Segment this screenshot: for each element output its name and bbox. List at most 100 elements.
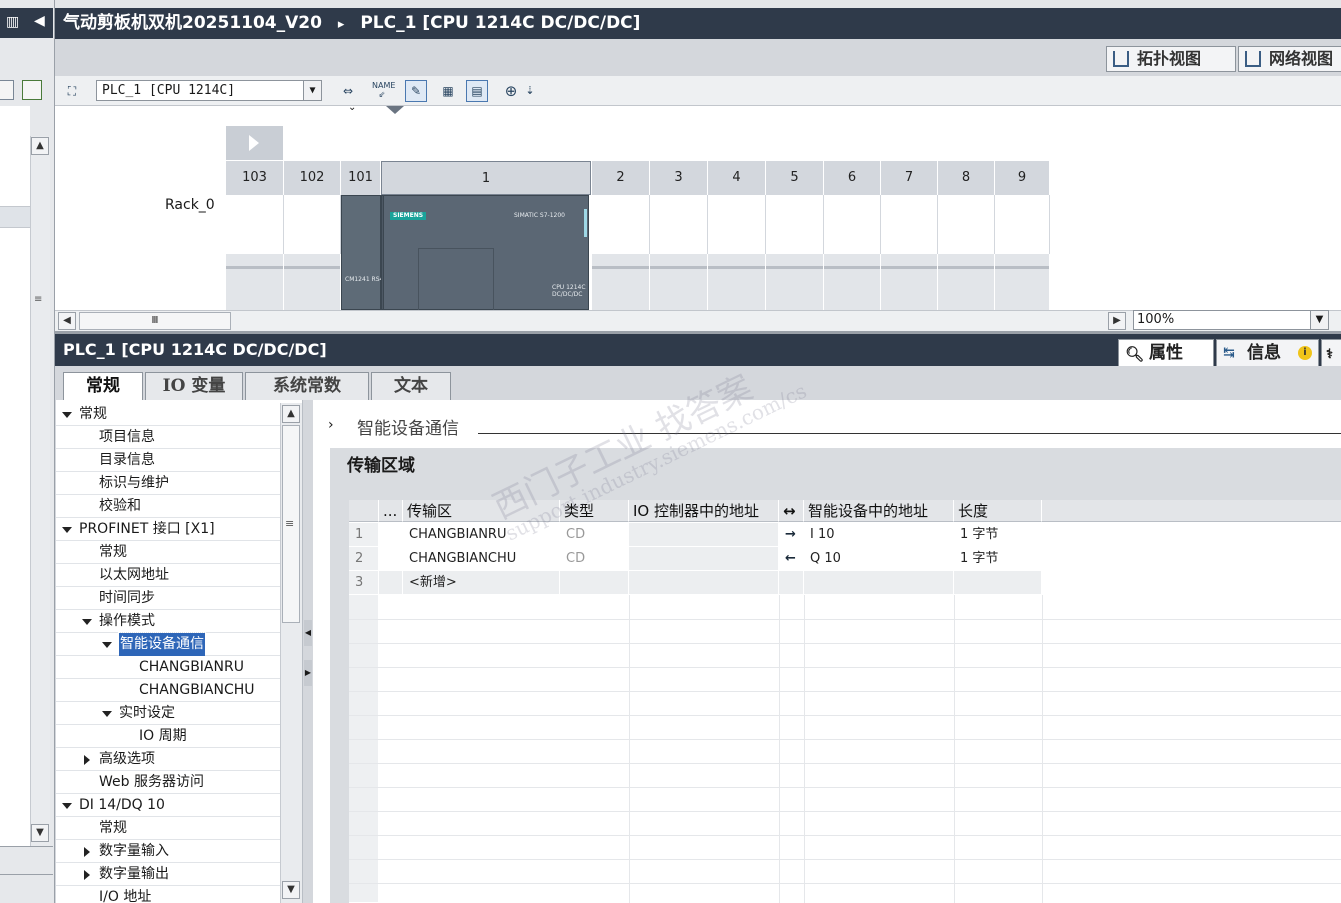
nav-tree-item[interactable]: 智能设备通信 [56, 632, 280, 657]
zoom-select[interactable]: 100% ▼ [1133, 310, 1329, 330]
show-module-labels-icon[interactable]: ⇔ [337, 80, 359, 102]
device-address-cell[interactable]: Q 10 [804, 547, 954, 571]
nav-tree-item[interactable]: 校验和 [56, 495, 280, 518]
tab-info[interactable]: ↹ 信息 i [1216, 339, 1319, 367]
column-header-direction[interactable]: ↔ [779, 500, 804, 522]
type-cell[interactable]: CD [560, 523, 629, 547]
nav-tree-item[interactable]: I/O 地址 [56, 886, 280, 903]
expanded-triangle-icon[interactable] [62, 801, 72, 811]
pencil-edit-icon[interactable]: ✎ [405, 80, 427, 102]
nav-tree-item[interactable]: IO 周期 [56, 725, 280, 748]
row-more-cell[interactable] [379, 571, 403, 595]
nav-tree-item[interactable]: 项目信息 [56, 426, 280, 449]
scroll-up-icon[interactable]: ▲ [282, 405, 300, 423]
nav-tree-item[interactable]: 常规 [56, 541, 280, 564]
chevron-down-icon[interactable]: ⌄ [348, 106, 356, 113]
hscroll-thumb[interactable]: Ⅲ [79, 312, 231, 330]
scroll-down-icon[interactable]: ▼ [31, 824, 49, 842]
tab-properties[interactable]: 🔍︎ 属性 [1118, 339, 1214, 367]
expanded-triangle-icon[interactable] [62, 410, 72, 420]
cm1241-module[interactable]: CM1241 RS422/485 [341, 195, 404, 310]
controller-address-cell[interactable] [629, 547, 779, 571]
nav-tree-item[interactable]: 时间同步 [56, 587, 280, 610]
device-select-value: PLC_1 [CPU 1214C] [102, 83, 236, 98]
chevron-down-icon[interactable]: ▼ [303, 81, 321, 100]
nav-tree-item[interactable]: PROFINET 接口 [X1] [56, 518, 280, 541]
info-badge-icon: i [1298, 346, 1312, 360]
nav-tree-item[interactable]: Web 服务器访问 [56, 771, 280, 794]
scroll-up-icon[interactable]: ▲ [31, 137, 49, 155]
add-new-row[interactable]: <新增> [403, 571, 560, 595]
nav-splitter[interactable]: ◀ ▶ [303, 400, 313, 903]
tab-diagnostics[interactable]: ⚕ [1321, 339, 1341, 367]
scroll-down-icon[interactable]: ▼ [282, 881, 300, 899]
collapsed-triangle-icon[interactable] [82, 847, 92, 857]
nav-tree-item[interactable]: 标识与维护 [56, 472, 280, 495]
transfer-area-cell[interactable]: CHANGBIANCHU [403, 547, 560, 571]
expand-rack-button[interactable] [226, 126, 283, 160]
cpu-1214c-module[interactable]: SIEMENS SIMATIC S7-1200 CPU 1214C DC/DC/… [383, 195, 589, 310]
device-select-dropdown[interactable]: PLC_1 [CPU 1214C] ▼ [96, 80, 322, 101]
length-cell[interactable]: 1 字节 [954, 547, 1042, 571]
column-header-length[interactable]: 长度 [954, 500, 1042, 522]
nav-tree-item[interactable]: 以太网地址 [56, 564, 280, 587]
project-tree-scrollbar[interactable] [30, 136, 50, 846]
export-icon[interactable] [22, 80, 42, 100]
tab-general[interactable]: 常规 [63, 372, 143, 401]
name-label-icon[interactable]: NAME ⇙ [371, 80, 395, 102]
nav-tree-item[interactable]: 常规 [56, 817, 280, 840]
tab-network-view[interactable]: 网络视图 [1238, 46, 1341, 72]
scroll-right-icon[interactable]: ▶ [1108, 312, 1126, 330]
scroll-left-icon[interactable]: ◀ [58, 312, 76, 330]
nav-tree-item[interactable]: 操作模式 [56, 610, 280, 633]
tab-texts[interactable]: 文本 [371, 372, 451, 400]
expanded-triangle-icon[interactable] [82, 617, 92, 627]
table-view-icon[interactable]: ▤ [466, 80, 488, 102]
breadcrumb-device[interactable]: PLC_1 [CPU 1214C DC/DC/DC] [360, 13, 640, 33]
scroll-grip-icon[interactable]: ≡ [34, 294, 42, 305]
project-tree-selected-row[interactable] [0, 206, 30, 228]
zoom-dropdown-icon[interactable]: ⇣ [519, 80, 541, 102]
expanded-triangle-icon[interactable] [102, 709, 112, 719]
column-header-device-address[interactable]: 智能设备中的地址 [804, 500, 954, 522]
nav-tree-item[interactable]: CHANGBIANCHU [56, 679, 280, 702]
nav-tree-item[interactable]: 高级选项 [56, 748, 280, 771]
controller-address-cell[interactable] [629, 523, 779, 547]
expanded-triangle-icon[interactable] [102, 640, 112, 650]
collapsed-triangle-icon[interactable] [82, 755, 92, 765]
slot-header: 9 [995, 161, 1050, 195]
collapse-marker-icon[interactable] [386, 106, 404, 114]
list-icon[interactable] [0, 80, 14, 100]
nav-tree-item[interactable]: 目录信息 [56, 449, 280, 472]
direction-arrow-icon[interactable]: ← [779, 547, 804, 571]
tab-topology-view[interactable]: 拓扑视图 [1106, 46, 1236, 72]
length-cell[interactable]: 1 字节 [954, 523, 1042, 547]
collapsed-triangle-icon[interactable] [82, 870, 92, 880]
column-header-controller-address[interactable]: IO 控制器中的地址 [629, 500, 779, 522]
type-cell[interactable]: CD [560, 547, 629, 571]
row-more-cell[interactable] [379, 523, 403, 547]
device-address-cell[interactable]: I 10 [804, 523, 954, 547]
section-expand-icon[interactable]: › [328, 417, 334, 433]
project-tree-header[interactable]: ▥ ◀ [0, 8, 53, 38]
panel-layout-icon[interactable]: ▥ [6, 14, 19, 30]
splitter-right-icon[interactable]: ▶ [304, 660, 312, 686]
grid-icon[interactable]: ▦ [437, 80, 459, 102]
nav-tree-item[interactable]: 常规 [56, 403, 280, 426]
scroll-grip-icon[interactable]: ≡ [285, 517, 294, 530]
nav-tree-item[interactable]: 数字量输入 [56, 840, 280, 863]
column-header-more[interactable]: ... [379, 500, 403, 522]
expanded-triangle-icon[interactable] [62, 525, 72, 535]
device-overview-icon[interactable]: ⛶ [61, 80, 83, 102]
nav-tree-item[interactable]: 实时设定 [56, 702, 280, 725]
direction-arrow-icon[interactable]: → [779, 523, 804, 547]
nav-tree-item[interactable]: 数字量输出 [56, 863, 280, 886]
collapse-left-icon[interactable]: ◀ [34, 13, 45, 29]
tab-system-constants[interactable]: 系统常数 [245, 372, 369, 400]
nav-tree-item[interactable]: CHANGBIANRU [56, 656, 280, 679]
chevron-down-icon[interactable]: ▼ [1310, 311, 1328, 329]
row-more-cell[interactable] [379, 547, 403, 571]
splitter-left-icon[interactable]: ◀ [304, 620, 312, 646]
tab-io-tags[interactable]: IO 变量 [145, 372, 243, 400]
nav-tree-item[interactable]: DI 14/DQ 10 [56, 794, 280, 817]
